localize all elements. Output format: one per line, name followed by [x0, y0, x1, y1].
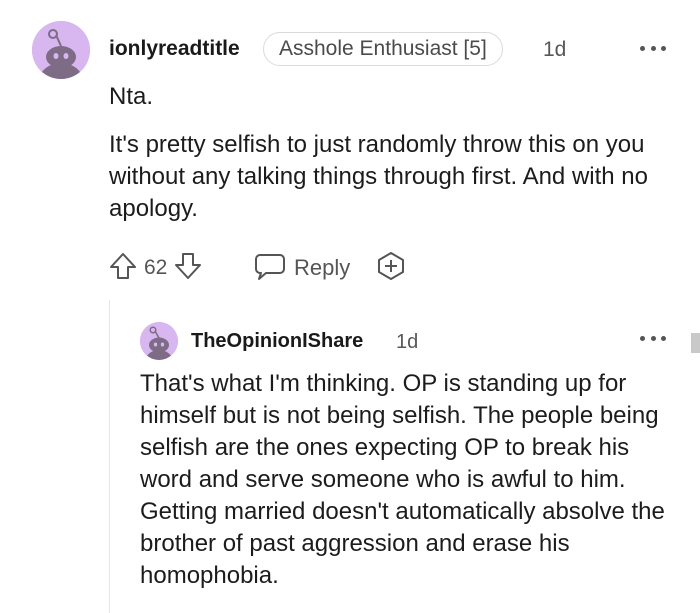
comment-timestamp: 1d	[543, 38, 567, 61]
scrollbar-thumb[interactable]	[691, 333, 700, 353]
snoo-avatar-icon[interactable]	[32, 21, 90, 79]
reply-timestamp: 1d	[396, 331, 419, 353]
reply-text: That's what I'm thinking. OP is standing…	[140, 370, 665, 589]
more-options-icon[interactable]	[640, 44, 666, 52]
thread-line[interactable]	[109, 300, 110, 613]
award-icon	[375, 251, 407, 286]
vote-score: 62	[144, 256, 168, 279]
snoo-avatar-icon[interactable]	[140, 322, 178, 360]
reply-label: Reply	[294, 255, 351, 280]
award-button[interactable]	[375, 251, 407, 286]
comment-paragraph: It's pretty selfish to just randomly thr…	[109, 131, 648, 222]
user-flair: Asshole Enthusiast [5]	[263, 32, 503, 66]
more-options-icon[interactable]	[640, 334, 666, 342]
downvote-icon[interactable]	[173, 251, 203, 286]
comment-username[interactable]: ionlyreadtitle	[109, 36, 240, 62]
upvote-icon[interactable]	[108, 251, 138, 286]
reply-button[interactable]: Reply	[254, 252, 350, 284]
reply-username[interactable]: TheOpinionIShare	[191, 328, 363, 354]
comment-paragraph: Nta.	[109, 83, 154, 110]
reply-icon	[254, 251, 286, 286]
vote-controls: 62	[108, 252, 203, 284]
